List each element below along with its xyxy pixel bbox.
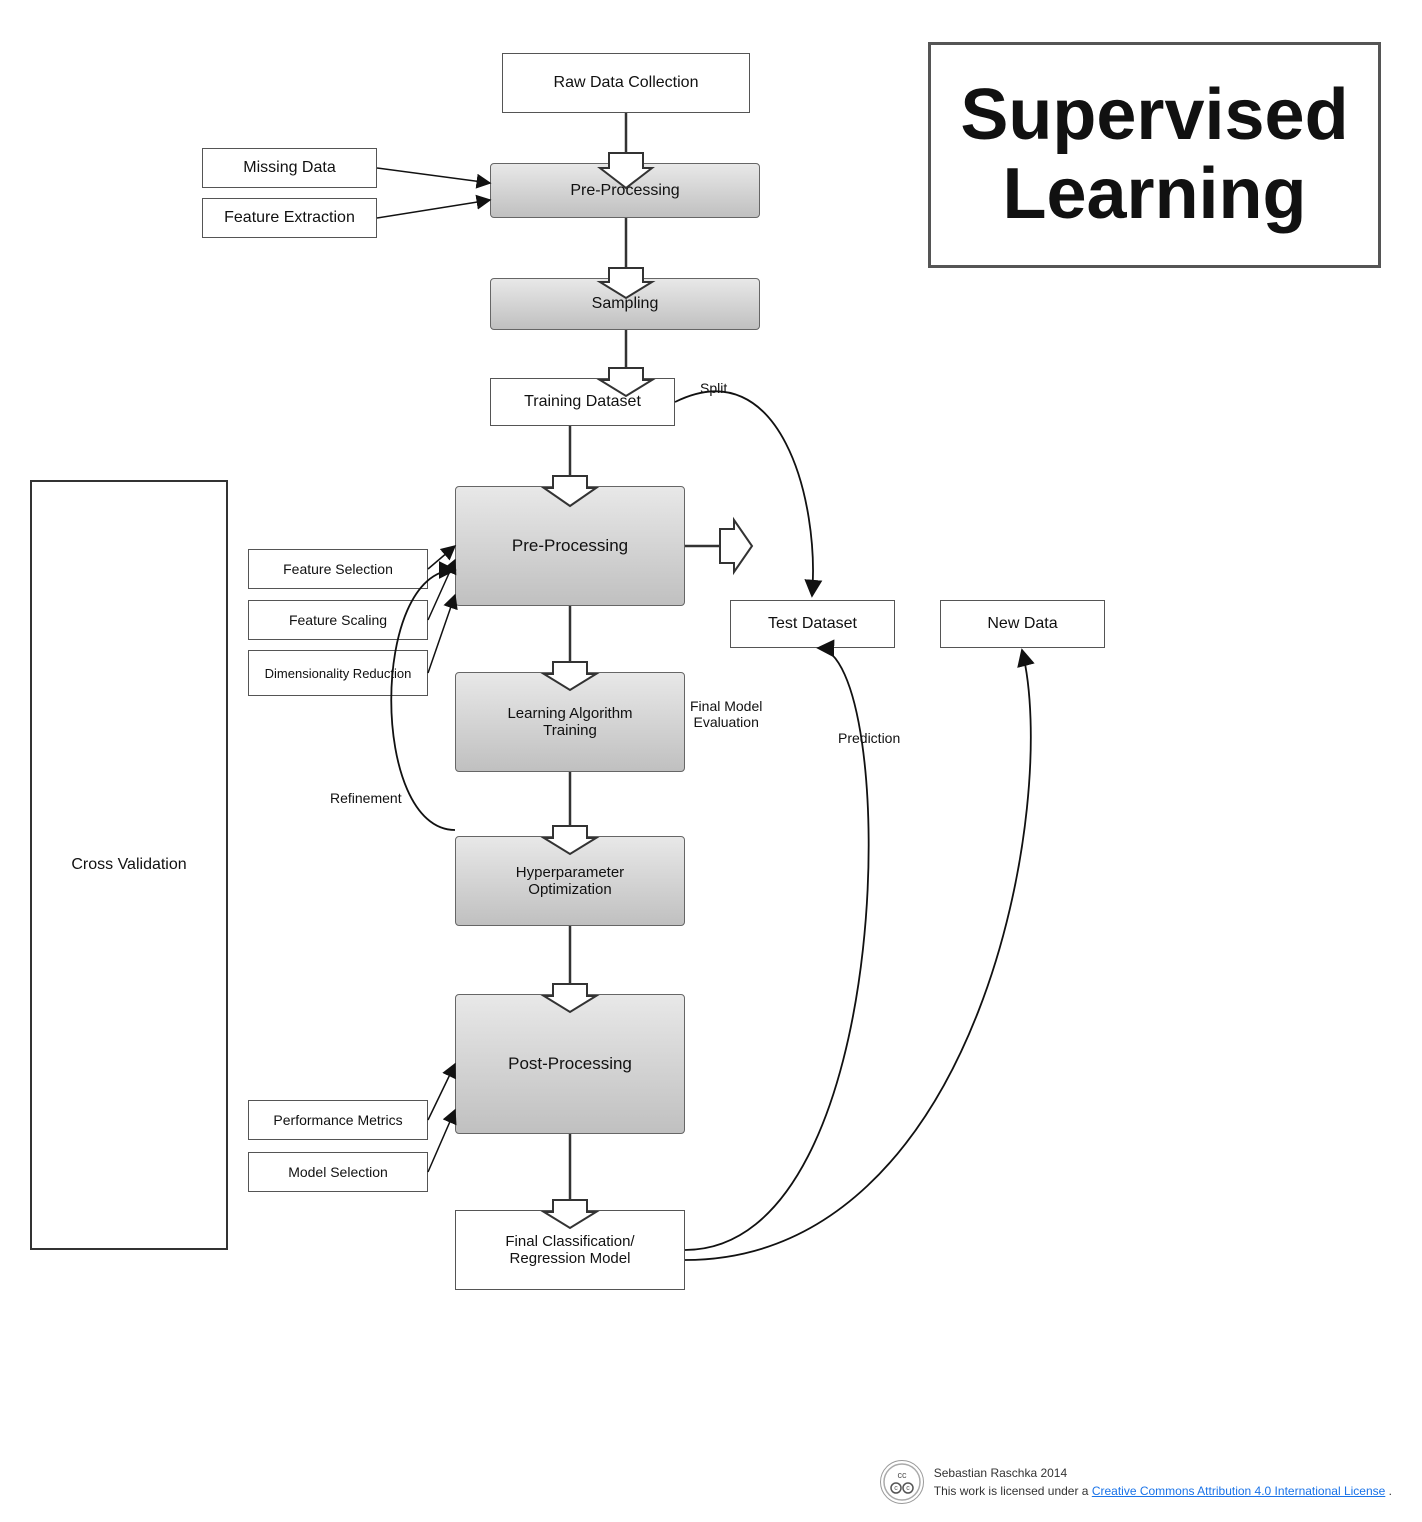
post-processing-box: Post-Processing	[455, 994, 685, 1134]
author-text: Sebastian Raschka 2014	[934, 1464, 1392, 1482]
cc-icon: cc c c	[880, 1460, 924, 1504]
training-dataset-box: Training Dataset	[490, 378, 675, 426]
title-box: Supervised Learning	[928, 42, 1381, 268]
sampling-box: Sampling	[490, 278, 760, 330]
final-classification-box: Final Classification/ Regression Model	[455, 1210, 685, 1290]
license-line: This work is licensed under a Creative C…	[934, 1482, 1392, 1500]
missing-data-box: Missing Data	[202, 148, 377, 188]
pre-processing-top-box: Pre-Processing	[490, 163, 760, 218]
test-dataset-box: Test Dataset	[730, 600, 895, 648]
refinement-label: Refinement	[330, 790, 402, 806]
title-text: Supervised Learning	[941, 76, 1368, 234]
learning-algo-box: Learning Algorithm Training	[455, 672, 685, 772]
model-selection-box: Model Selection	[248, 1152, 428, 1192]
dim-reduction-box: Dimensionality Reduction	[248, 650, 428, 696]
license-text: This work is licensed under a	[934, 1484, 1092, 1498]
footer: cc c c Sebastian Raschka 2014 This work …	[880, 1460, 1392, 1504]
license-suffix: .	[1389, 1484, 1392, 1498]
footer-text: Sebastian Raschka 2014 This work is lice…	[934, 1464, 1392, 1500]
split-label: Split	[700, 380, 727, 396]
svg-text:c: c	[894, 1485, 898, 1492]
svg-text:cc: cc	[897, 1470, 907, 1480]
performance-metrics-box: Performance Metrics	[248, 1100, 428, 1140]
new-data-box: New Data	[940, 600, 1105, 648]
prediction-label: Prediction	[838, 730, 900, 746]
svg-text:c: c	[906, 1485, 910, 1492]
cross-validation-box: Cross Validation	[30, 480, 228, 1250]
raw-data-box: Raw Data Collection	[502, 53, 750, 113]
pre-processing-mid-box: Pre-Processing	[455, 486, 685, 606]
feature-selection-box: Feature Selection	[248, 549, 428, 589]
license-link[interactable]: Creative Commons Attribution 4.0 Interna…	[1092, 1484, 1386, 1498]
feature-scaling-box: Feature Scaling	[248, 600, 428, 640]
hyperparameter-box: Hyperparameter Optimization	[455, 836, 685, 926]
feature-extraction-box: Feature Extraction	[202, 198, 377, 238]
final-model-eval-label: Final Model Evaluation	[690, 698, 762, 730]
diagram-container: Supervised Learning Raw Data Collection …	[0, 0, 1422, 1522]
